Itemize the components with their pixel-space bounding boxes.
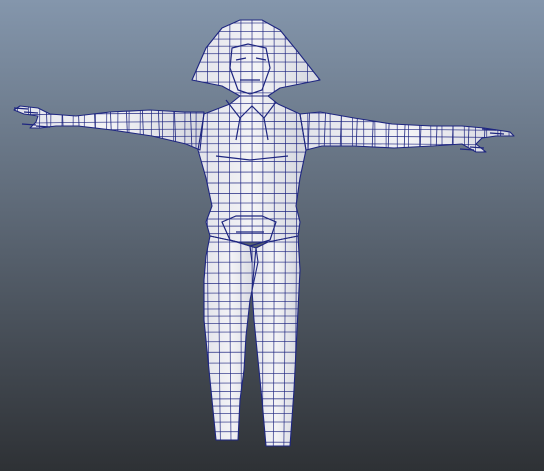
viewport-panel[interactable] xyxy=(0,0,544,471)
character-mesh[interactable] xyxy=(0,0,544,471)
